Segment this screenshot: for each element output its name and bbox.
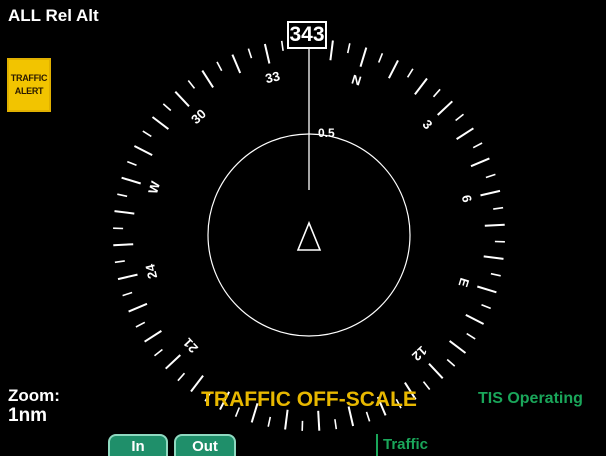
compass-tick xyxy=(201,70,214,88)
compass-tick xyxy=(317,410,321,431)
compass-tick xyxy=(329,40,334,61)
compass-tick xyxy=(151,116,170,130)
compass-tick xyxy=(455,113,464,122)
range-ring-label: 0.5 xyxy=(318,126,335,140)
compass-tick xyxy=(414,77,428,96)
compass-tick xyxy=(165,354,181,370)
compass-tick xyxy=(113,243,134,247)
compass-tick xyxy=(477,285,497,294)
compass-tick xyxy=(428,363,444,379)
compass-label-6: 6 xyxy=(459,193,475,203)
traffic-alert-annunciator[interactable]: TRAFFIC ALERT xyxy=(7,58,51,112)
compass-tick xyxy=(128,302,148,313)
compass-tick xyxy=(247,48,253,59)
compass-label-n: N xyxy=(350,72,363,89)
compass-tick xyxy=(177,372,186,382)
compass-tick xyxy=(377,53,384,63)
compass-tick xyxy=(334,419,338,430)
compass-label-24: 24 xyxy=(142,262,160,280)
compass-tick xyxy=(483,255,504,260)
compass-tick xyxy=(117,193,128,198)
compass-tick xyxy=(267,416,272,427)
compass-tick xyxy=(346,43,351,54)
compass-tick xyxy=(485,173,496,179)
compass-tick xyxy=(446,358,456,367)
ownship-triangle-icon xyxy=(296,220,322,251)
compass-tick xyxy=(490,272,501,277)
compass-tick xyxy=(472,142,483,149)
compass-tick xyxy=(122,291,133,297)
traffic-alert-line2: ALERT xyxy=(14,86,44,96)
compass-tick xyxy=(493,206,504,210)
compass-tick xyxy=(117,273,138,281)
compass-label-3: 3 xyxy=(420,117,436,133)
compass-tick xyxy=(466,332,476,340)
compass-tick xyxy=(284,409,289,430)
compass-tick xyxy=(135,321,146,328)
compass-tick xyxy=(448,340,467,354)
compass-tick xyxy=(154,348,163,357)
compass-tick xyxy=(484,223,505,227)
compass-tick xyxy=(437,100,453,116)
compass-tick xyxy=(231,54,242,74)
compass-tick xyxy=(187,80,196,89)
compass-tick xyxy=(162,103,172,112)
compass-tick xyxy=(481,303,491,310)
compass-tick xyxy=(280,40,284,51)
tis-status: TIS Operating xyxy=(478,390,583,407)
traffic-offscale-message: TRAFFIC OFF-SCALE xyxy=(201,388,417,411)
zoom-value: 1nm xyxy=(8,405,48,426)
compass-tick xyxy=(432,88,441,98)
compass-tick xyxy=(480,189,501,197)
compass-tick xyxy=(388,59,399,79)
compass-label-21: 21 xyxy=(180,335,201,356)
compass-tick xyxy=(465,314,485,325)
compass-tick xyxy=(365,411,371,422)
zoom-in-softkey[interactable]: In xyxy=(108,434,168,456)
compass-tick xyxy=(144,330,162,343)
compass-tick xyxy=(114,210,135,215)
compass-tick xyxy=(216,61,223,72)
compass-label-12: 12 xyxy=(409,343,430,364)
traffic-softkey[interactable]: Traffic xyxy=(376,434,428,456)
compass-label-w: W xyxy=(145,179,163,196)
compass-tick xyxy=(359,47,368,67)
compass-tick xyxy=(263,43,271,64)
compass-label-33: 33 xyxy=(264,68,281,86)
compass-tick xyxy=(142,130,152,138)
compass-tick xyxy=(121,176,141,185)
compass-tick xyxy=(133,145,153,156)
compass-label-30: 30 xyxy=(188,106,209,127)
compass-tick xyxy=(127,160,137,167)
heading-readout: 343 xyxy=(287,21,327,49)
compass-label-e: E xyxy=(455,276,472,289)
compass-tick xyxy=(174,91,190,107)
compass-tick xyxy=(456,127,474,140)
traffic-alert-line1: TRAFFIC xyxy=(10,73,48,83)
altitude-mode-label: ALL Rel Alt xyxy=(8,6,99,25)
zoom-label: Zoom: xyxy=(8,386,60,405)
zoom-out-softkey[interactable]: Out xyxy=(174,434,236,456)
compass-tick xyxy=(114,260,125,264)
compass-tick xyxy=(406,68,414,78)
compass-tick xyxy=(470,157,490,168)
